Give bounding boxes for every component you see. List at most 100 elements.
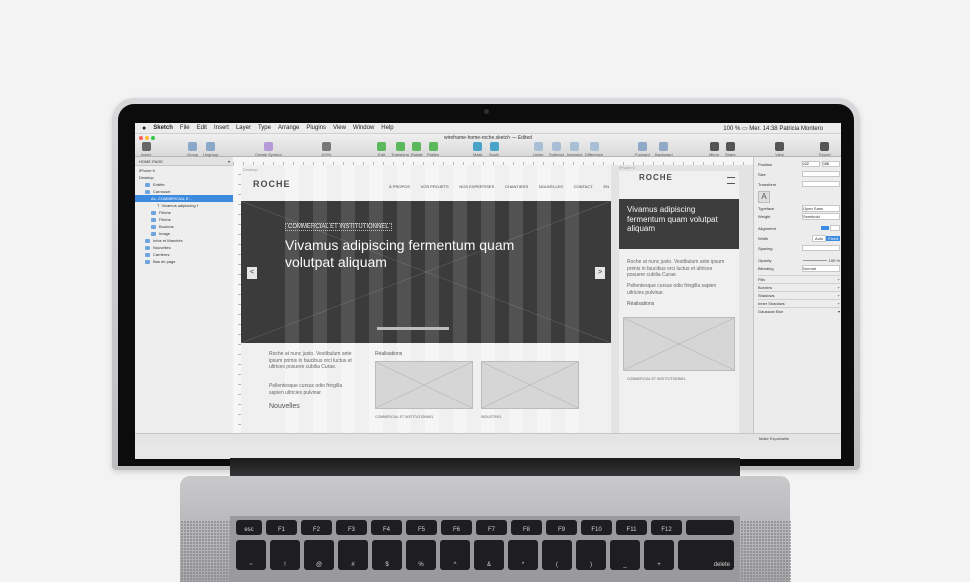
make-exportable-button[interactable]: Make Exportable xyxy=(759,436,789,441)
layer-group[interactable]: Bas de page xyxy=(135,258,243,265)
menu-type[interactable]: Type xyxy=(258,125,271,131)
key-f11[interactable]: F11 xyxy=(616,520,647,535)
edit-button[interactable]: Edit xyxy=(377,142,386,157)
rotate-field[interactable] xyxy=(802,181,840,187)
subtract-button[interactable]: Subtract xyxy=(549,142,564,157)
key-8[interactable]: * xyxy=(508,540,538,570)
menu-plugins[interactable]: Plugins xyxy=(306,125,326,131)
hero-kicker[interactable]: COMMERCIAL ET INSTITUTIONNEL xyxy=(285,223,392,231)
transform-button[interactable]: Transform xyxy=(391,142,409,157)
key-minus[interactable]: _ xyxy=(610,540,640,570)
menu-window[interactable]: Window xyxy=(353,125,374,131)
layer-group[interactable]: Flèche xyxy=(135,209,249,216)
difference-button[interactable]: Difference xyxy=(585,142,603,157)
key-f4[interactable]: F4 xyxy=(371,520,402,535)
position-x-field[interactable] xyxy=(802,161,820,167)
key-f1[interactable]: F1 xyxy=(266,520,297,535)
key-f2[interactable]: F2 xyxy=(301,520,332,535)
zoom-control[interactable]: 100% xyxy=(321,142,331,157)
apple-icon[interactable]: ● xyxy=(142,125,146,132)
layer-group[interactable]: Carrières xyxy=(135,251,243,258)
layer-artboard[interactable]: Desktop xyxy=(135,174,237,181)
carousel-indicator[interactable] xyxy=(377,327,449,330)
canvas[interactable]: Desktop ROCHE À PROPOS VOS PROJETS NOS E… xyxy=(241,165,753,433)
view-button[interactable]: View xyxy=(775,142,784,157)
hero-title[interactable]: Vivamus adipiscing fermentum quam volutp… xyxy=(285,237,555,271)
layer-artboard[interactable]: iPhone 6 xyxy=(135,167,237,174)
nav-item[interactable]: CONTACT xyxy=(574,184,593,189)
key-5[interactable]: % xyxy=(406,540,436,570)
typeface-select[interactable]: Open Sans xyxy=(802,204,840,212)
layer-group[interactable]: Boutons xyxy=(135,223,249,230)
menu-arrange[interactable]: Arrange xyxy=(278,125,299,131)
backward-button[interactable]: Backward xyxy=(655,142,673,157)
hamburger-menu-icon[interactable] xyxy=(727,177,735,184)
weight-select[interactable]: Semibold xyxy=(802,212,840,220)
key-3[interactable]: # xyxy=(338,540,368,570)
mirror-button[interactable]: Mirror xyxy=(709,142,719,157)
nav-item[interactable]: EN xyxy=(603,184,609,189)
nav-item[interactable]: À PROPOS xyxy=(389,184,410,189)
key-1[interactable]: ! xyxy=(270,540,300,570)
forward-button[interactable]: Forward xyxy=(635,142,650,157)
text-style-icon[interactable]: A xyxy=(758,191,770,203)
blending-select[interactable]: Normal xyxy=(802,264,840,272)
carousel-prev-arrow[interactable]: < xyxy=(247,267,257,279)
align-center-button[interactable] xyxy=(830,225,840,231)
add-border-icon[interactable]: + xyxy=(838,285,840,290)
width-auto-button[interactable]: Auto xyxy=(811,234,827,242)
layer-group[interactable]: Carrousel xyxy=(135,188,243,195)
key-f7[interactable]: F7 xyxy=(476,520,507,535)
layer-group[interactable]: Entête xyxy=(135,181,243,188)
key-plus[interactable]: + xyxy=(644,540,674,570)
layer-group[interactable]: Nouvelles xyxy=(135,244,243,251)
spacing-field[interactable] xyxy=(802,245,840,251)
insert-button[interactable]: Insert xyxy=(141,142,151,157)
mobile-hero-title[interactable]: Vivamus adipiscing fermentum quam volutp… xyxy=(627,205,731,234)
mobile-artboard[interactable]: ROCHE Vivamus adipiscing fermentum quam … xyxy=(619,171,739,433)
key-f6[interactable]: F6 xyxy=(441,520,472,535)
key-7[interactable]: & xyxy=(474,540,504,570)
position-y-field[interactable] xyxy=(822,161,840,167)
opacity-slider[interactable] xyxy=(802,259,827,261)
ungroup-button[interactable]: Ungroup xyxy=(203,142,218,157)
blur-toggle-icon[interactable]: ▾ xyxy=(838,309,840,314)
nav-item[interactable]: VOS PROJETS xyxy=(421,184,449,189)
layer-group[interactable]: Image xyxy=(135,230,249,237)
key-f3[interactable]: F3 xyxy=(336,520,367,535)
key-f5[interactable]: F5 xyxy=(406,520,437,535)
intersect-button[interactable]: Intersect xyxy=(567,142,582,157)
key-4[interactable]: $ xyxy=(372,540,402,570)
group-button[interactable]: Group xyxy=(187,142,198,157)
align-left-button[interactable] xyxy=(821,226,829,230)
rotate-button[interactable]: Rotate xyxy=(411,142,423,157)
nav-item[interactable]: CHANTIERS xyxy=(505,184,528,189)
key-f10[interactable]: F10 xyxy=(581,520,612,535)
menu-app-name[interactable]: Sketch xyxy=(153,125,173,131)
borders-section[interactable]: Borders + xyxy=(758,283,840,290)
add-fill-icon[interactable]: + xyxy=(838,277,840,282)
menu-edit[interactable]: Edit xyxy=(197,125,207,131)
menu-layer[interactable]: Layer xyxy=(236,125,251,131)
layer-selected[interactable]: Ac. COMMERCIAL E... xyxy=(135,195,249,202)
nav-item[interactable]: NOUVELLES xyxy=(539,184,563,189)
add-shadow-icon[interactable]: + xyxy=(838,293,840,298)
union-button[interactable]: Union xyxy=(533,142,543,157)
add-inner-shadow-icon[interactable]: + xyxy=(838,301,840,306)
menu-view[interactable]: View xyxy=(333,125,346,131)
export-button[interactable]: Export xyxy=(819,142,831,157)
mask-button[interactable]: Mask xyxy=(473,142,483,157)
key-esc[interactable]: esc xyxy=(236,520,262,535)
layer-group[interactable]: Flèche xyxy=(135,216,249,223)
key-delete[interactable]: delete xyxy=(678,540,734,570)
key-0[interactable]: ) xyxy=(576,540,606,570)
width-fixed-button[interactable]: Fixed xyxy=(826,235,840,241)
share-button[interactable]: Share xyxy=(725,142,736,157)
key-f9[interactable]: F9 xyxy=(546,520,577,535)
carousel-next-arrow[interactable]: > xyxy=(595,267,605,279)
key-f8[interactable]: F8 xyxy=(511,520,542,535)
shadows-section[interactable]: Shadows + xyxy=(758,291,840,298)
hero-carousel[interactable]: COMMERCIAL ET INSTITUTIONNEL Vivamus adi… xyxy=(241,201,611,347)
page-selector[interactable]: HOME PAGE ▾ xyxy=(135,157,233,166)
layer-group[interactable]: Infos et Marchés xyxy=(135,237,243,244)
